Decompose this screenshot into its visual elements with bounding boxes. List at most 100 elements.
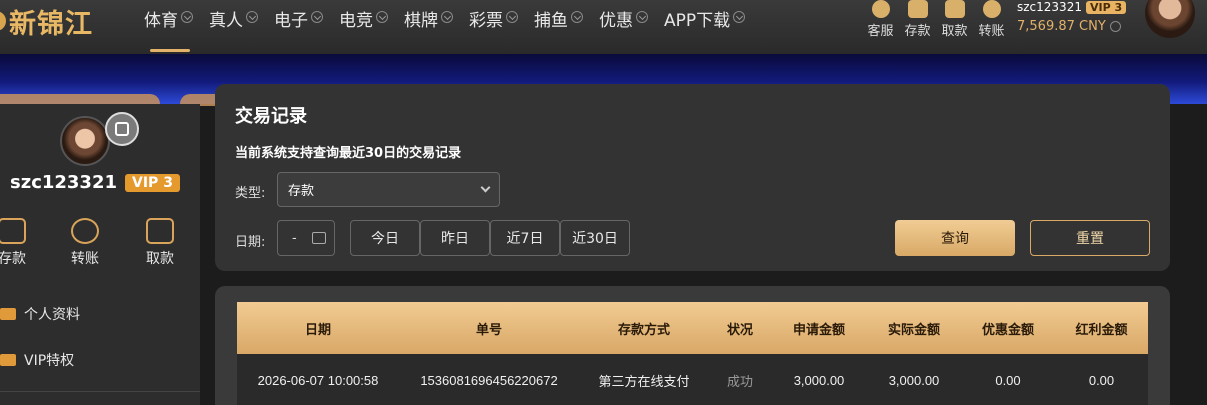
menu-label: VIP特权 — [24, 353, 75, 369]
deposit-icon — [907, 0, 928, 18]
nav-item-sports[interactable]: 体育 — [136, 0, 201, 54]
records-panel: 日期 单号 存款方式 状况 申请金额 实际金额 优惠金额 红利金额 2026-0… — [215, 286, 1170, 405]
quick-transfer-button[interactable]: 转账 — [65, 218, 105, 268]
cell-order-no: 1536081696456220672 — [420, 372, 558, 388]
table-header: 日期 单号 存款方式 状况 申请金额 实际金额 优惠金额 红利金额 — [237, 302, 1148, 354]
header-balance: 7,569.87 CNY — [1017, 19, 1106, 34]
table-row: 2026-06-07 10:00:58 1536081696456220672 … — [237, 354, 1148, 405]
type-select[interactable]: 存款 — [277, 172, 500, 207]
quick-label: 取款 — [146, 251, 174, 267]
nav-item-lottery[interactable]: 彩票 — [461, 0, 526, 54]
cell-requested-amount: 3,000.00 — [793, 372, 845, 388]
tool-label: 存款 — [904, 24, 931, 39]
cell-bonus-amount: 0.00 — [1088, 372, 1115, 388]
chevron-down-icon — [571, 11, 583, 23]
tool-label: 取款 — [941, 24, 968, 39]
tool-label: 转账 — [978, 24, 1005, 39]
sidebar-item-profile[interactable]: 个人资料 — [0, 304, 80, 324]
sidebar-vip-badge: VIP 3 — [125, 173, 180, 192]
nav-label: 彩票 — [469, 11, 503, 31]
column-header: 状况 — [726, 322, 753, 338]
cell-method: 第三方在线支付 — [598, 373, 690, 389]
chevron-down-icon — [480, 182, 491, 193]
chevron-down-icon — [733, 11, 746, 23]
header-tools: 客服 存款 取款 转账 — [862, 0, 1010, 39]
refresh-icon[interactable] — [1109, 21, 1121, 32]
chevron-down-icon — [311, 11, 323, 23]
chevron-down-icon — [181, 11, 193, 23]
logo-text: 新锦江 — [9, 8, 93, 40]
type-select-value: 存款 — [288, 184, 315, 199]
header-avatar[interactable] — [1145, 0, 1195, 38]
main-nav: 体育 真人 电子 电竞 棋牌 彩票 捕鱼 优惠 APP下载 — [136, 0, 753, 54]
quick-withdraw-button[interactable]: 取款 — [140, 218, 180, 268]
chevron-down-icon — [636, 11, 648, 23]
range-yesterday-button[interactable]: 昨日 — [420, 220, 490, 256]
column-header: 存款方式 — [617, 322, 670, 338]
chevron-down-icon — [441, 11, 453, 23]
nav-label: 电竞 — [339, 11, 373, 31]
sidebar-divider — [0, 391, 200, 392]
cell-discount-amount: 0.00 — [995, 372, 1021, 388]
column-header: 申请金额 — [792, 322, 845, 338]
nav-label: 捕鱼 — [534, 11, 568, 31]
header-transfer-button[interactable]: 转账 — [973, 0, 1010, 39]
vip-icon — [0, 354, 16, 366]
nav-item-cards[interactable]: 棋牌 — [396, 0, 461, 54]
nav-label: 体育 — [144, 11, 178, 31]
profile-icon — [0, 308, 16, 320]
range-30days-button[interactable]: 近30日 — [560, 220, 630, 256]
column-header: 实际金额 — [887, 322, 940, 338]
calendar-icon — [312, 232, 326, 244]
header-withdraw-button[interactable]: 取款 — [936, 0, 973, 39]
column-header: 日期 — [304, 322, 331, 338]
nav-item-app-download[interactable]: APP下载 — [656, 0, 753, 54]
quick-deposit-button[interactable]: 存款 — [0, 218, 32, 268]
query-button[interactable]: 查询 — [895, 220, 1015, 256]
type-label: 类型: — [235, 186, 266, 201]
page-title: 交易记录 — [235, 106, 307, 127]
date-picker[interactable]: - — [277, 220, 335, 256]
query-notice: 当前系统支持查询最近30日的交易记录 — [235, 146, 462, 161]
range-today-button[interactable]: 今日 — [350, 220, 420, 256]
logo-mark-icon — [0, 11, 6, 31]
wallet-icon — [0, 218, 26, 244]
nav-label: 真人 — [209, 11, 243, 31]
column-header: 红利金额 — [1075, 322, 1128, 338]
nav-item-slots[interactable]: 电子 — [266, 0, 331, 54]
search-panel: 交易记录 当前系统支持查询最近30日的交易记录 类型: 存款 日期: - 今日 … — [215, 84, 1170, 271]
date-label: 日期: — [235, 235, 266, 250]
nav-item-promotions[interactable]: 优惠 — [591, 0, 656, 54]
nav-label: 优惠 — [599, 11, 633, 31]
header-vip-badge: VIP 3 — [1085, 0, 1127, 14]
date-value: - — [292, 230, 297, 246]
column-header: 单号 — [475, 322, 502, 338]
nav-item-fishing[interactable]: 捕鱼 — [526, 0, 591, 54]
column-header: 优惠金额 — [981, 322, 1034, 338]
sidebar-username: szc123321 — [10, 172, 118, 193]
top-header: 新锦江 体育 真人 电子 电竞 棋牌 彩票 捕鱼 优惠 APP下载 客服 存款 … — [0, 0, 1207, 54]
tool-label: 客服 — [867, 24, 894, 39]
range-7days-button[interactable]: 近7日 — [490, 220, 560, 256]
site-logo[interactable]: 新锦江 — [0, 3, 93, 40]
nav-item-esports[interactable]: 电竞 — [331, 0, 396, 54]
quick-label: 转账 — [71, 251, 99, 267]
nav-item-live[interactable]: 真人 — [201, 0, 266, 54]
cell-actual-amount: 3,000.00 — [888, 372, 940, 388]
edit-profile-button[interactable] — [105, 112, 139, 146]
header-user-info: szc123321 VIP 3 7,569.87 CNY — [1017, 0, 1147, 34]
cell-status: 成功 — [726, 373, 753, 389]
edit-icon — [115, 122, 129, 136]
transfer-icon — [71, 218, 99, 244]
reset-button[interactable]: 重置 — [1030, 220, 1150, 256]
sidebar-item-vip[interactable]: VIP特权 — [0, 350, 74, 370]
service-icon — [871, 0, 890, 18]
withdraw-icon — [944, 0, 965, 18]
menu-label: 个人资料 — [24, 307, 80, 323]
quick-label: 存款 — [0, 251, 26, 267]
nav-label: 棋牌 — [404, 11, 438, 31]
header-service-button[interactable]: 客服 — [862, 0, 899, 39]
chevron-down-icon — [506, 11, 518, 23]
nav-label: 电子 — [274, 11, 308, 31]
header-deposit-button[interactable]: 存款 — [899, 0, 936, 39]
